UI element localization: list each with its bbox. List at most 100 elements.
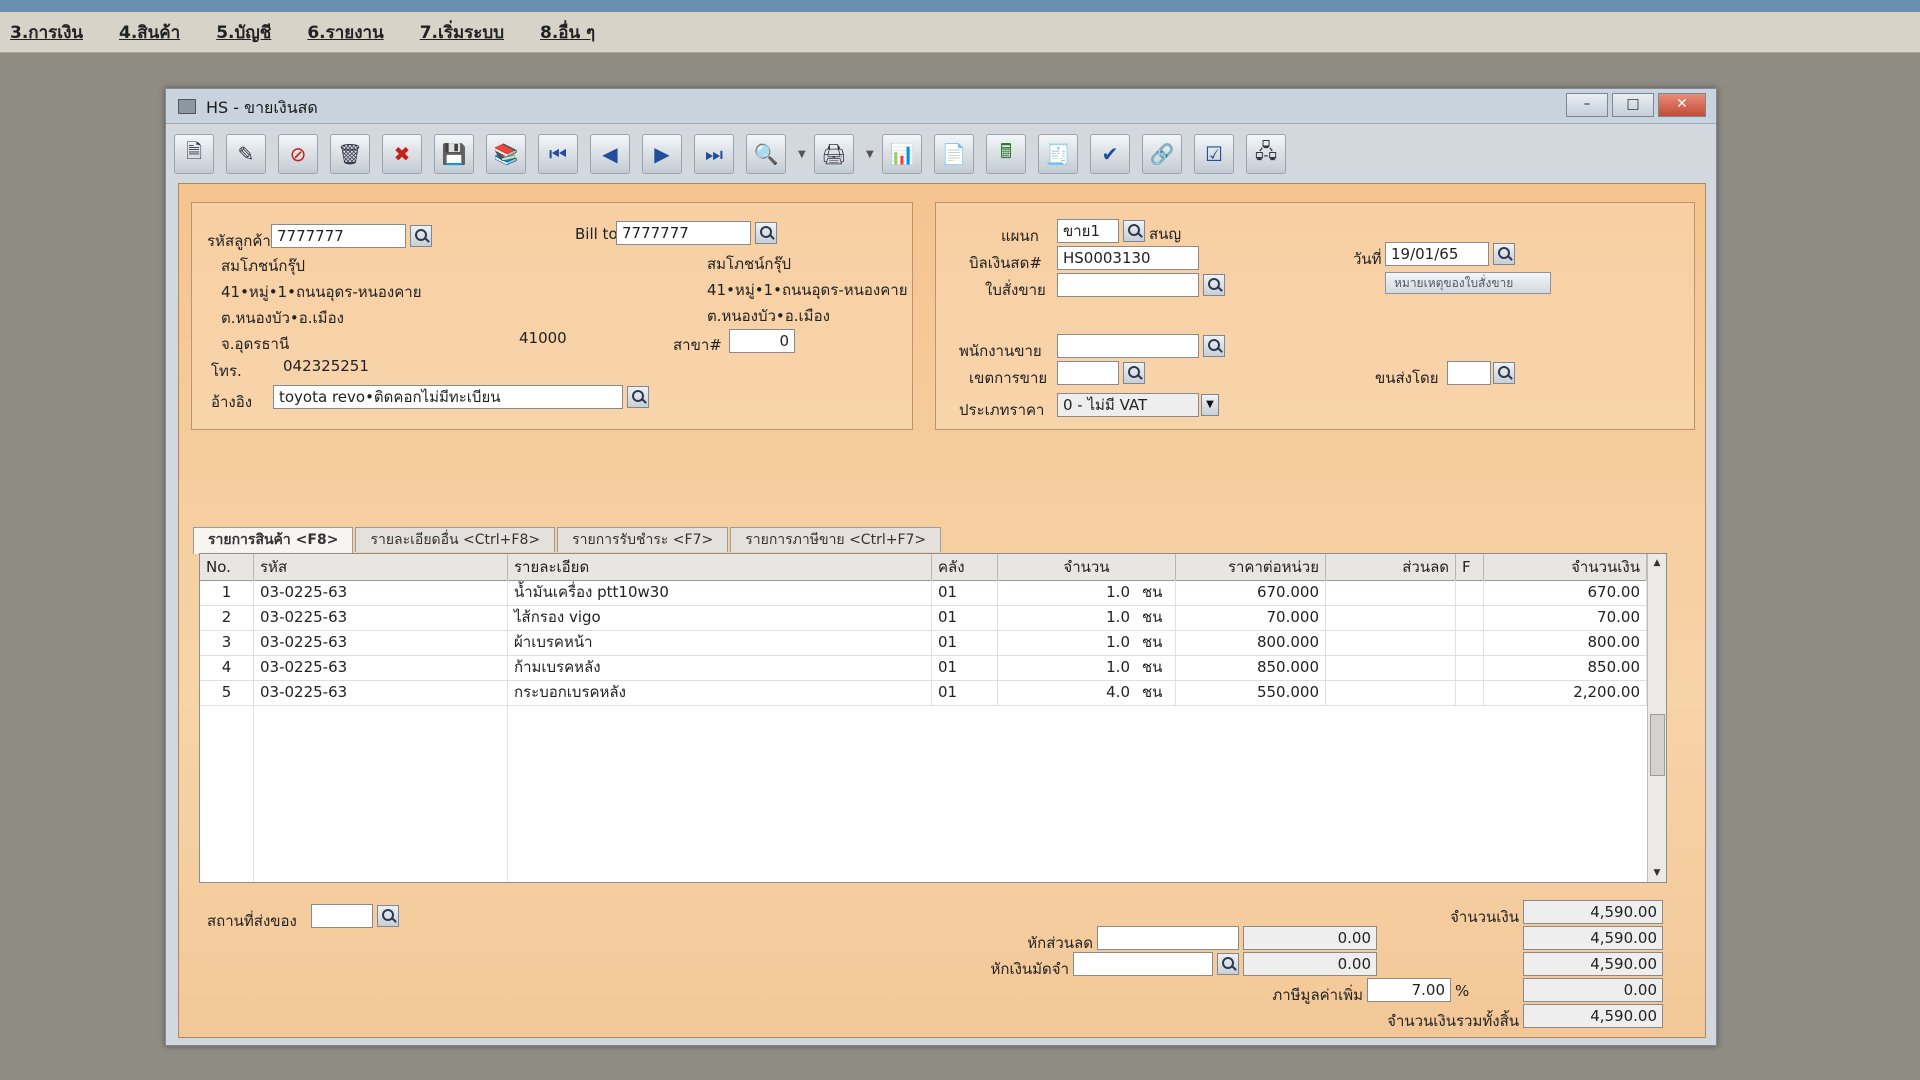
- vat-label: ภาษีมูลค่าเพิ่ม: [1272, 986, 1363, 1004]
- col-quantity[interactable]: จำนวน: [998, 554, 1176, 580]
- document-icon[interactable]: 📄: [934, 134, 974, 174]
- tab-payments[interactable]: รายการรับชำระ <F7>: [557, 527, 729, 552]
- items-grid[interactable]: No. รหัส รายละเอียด คลัง จำนวน ราคาต่อหน…: [199, 553, 1667, 883]
- maximize-button[interactable]: □: [1612, 93, 1654, 117]
- department-field[interactable]: ขาย1: [1057, 219, 1119, 243]
- deposit-input[interactable]: [1073, 952, 1213, 976]
- table-row[interactable]: 2 03-0225-63 ไส้กรอง vigo 01 1.0 ชน 70.0…: [200, 605, 1647, 631]
- save-icon[interactable]: 💾: [434, 134, 474, 174]
- vat-rate-field[interactable]: 7.00: [1367, 978, 1451, 1002]
- order-remark-button[interactable]: หมายเหตุของใบสั่งขาย: [1385, 272, 1551, 294]
- col-description[interactable]: รายละเอียด: [508, 554, 932, 580]
- cell-quantity: 1.0: [1106, 633, 1130, 651]
- menu-reports[interactable]: 6.รายงาน: [307, 19, 383, 46]
- menu-setup[interactable]: 7.เริ่มระบบ: [420, 19, 504, 46]
- ok-stamp-icon[interactable]: ✔: [1090, 134, 1130, 174]
- deposit-lookup-icon[interactable]: [1217, 953, 1239, 975]
- tab-other-details[interactable]: รายละเอียดอื่น <Ctrl+F8>: [355, 527, 556, 552]
- report-icon[interactable]: 📊: [882, 134, 922, 174]
- reference-lookup-icon[interactable]: [627, 386, 649, 408]
- shipping-label: ขนส่งโดย: [1375, 369, 1439, 387]
- link-icon[interactable]: 🔗: [1142, 134, 1182, 174]
- grid-header: No. รหัส รายละเอียด คลัง จำนวน ราคาต่อหน…: [200, 554, 1647, 581]
- last-record-icon[interactable]: ⏭: [694, 134, 734, 174]
- date-field[interactable]: 19/01/65: [1385, 242, 1489, 266]
- next-record-icon[interactable]: ▶: [642, 134, 682, 174]
- books-icon[interactable]: 📚: [486, 134, 526, 174]
- salesman-field[interactable]: [1057, 334, 1199, 358]
- customer-code-field[interactable]: 7777777: [271, 224, 406, 248]
- col-no[interactable]: No.: [200, 554, 254, 580]
- col-flag[interactable]: F: [1456, 554, 1484, 580]
- amount-label: จำนวนเงิน: [1450, 908, 1519, 926]
- tab-items[interactable]: รายการสินค้า <F8>: [193, 527, 354, 554]
- scroll-down-icon[interactable]: ▼: [1648, 864, 1666, 882]
- sales-order-lookup-icon[interactable]: [1203, 274, 1225, 296]
- table-row[interactable]: 4 03-0225-63 ก้ามเบรคหลัง 01 1.0 ชน 850.…: [200, 655, 1647, 681]
- col-unit-price[interactable]: ราคาต่อหน่วย: [1176, 554, 1326, 580]
- void-icon[interactable]: ⊘: [278, 134, 318, 174]
- cancel-icon[interactable]: ✖: [382, 134, 422, 174]
- window-app-icon: [178, 99, 196, 114]
- after-deposit-field: 4,590.00: [1523, 952, 1663, 976]
- trash-icon[interactable]: 🗑: [330, 134, 370, 174]
- col-code[interactable]: รหัส: [254, 554, 508, 580]
- search-dropdown-icon[interactable]: ▼: [798, 149, 808, 160]
- previous-record-icon[interactable]: ◀: [590, 134, 630, 174]
- cell-code: 03-0225-63: [254, 655, 508, 680]
- table-row[interactable]: 5 03-0225-63 กระบอกเบรคหลัง 01 4.0 ชน 55…: [200, 680, 1647, 706]
- first-record-icon[interactable]: ⏮: [538, 134, 578, 174]
- menu-other[interactable]: 8.อื่น ๆ: [540, 19, 595, 46]
- date-picker-icon[interactable]: [1493, 243, 1515, 265]
- scroll-up-icon[interactable]: ▲: [1648, 554, 1666, 572]
- col-warehouse[interactable]: คลัง: [932, 554, 998, 580]
- table-row[interactable]: 1 03-0225-63 น้ำมันเครื่อง ptt10w30 01 1…: [200, 580, 1647, 606]
- network-icon[interactable]: 🖧: [1246, 134, 1286, 174]
- cell-warehouse: 01: [932, 630, 998, 655]
- grand-total-field: 4,590.00: [1523, 1004, 1663, 1028]
- print-icon[interactable]: 🖨: [814, 134, 854, 174]
- edit-icon[interactable]: ✎: [226, 134, 266, 174]
- reference-field[interactable]: toyota revo•ติดคอกไม่มีทะเบียน: [273, 385, 623, 409]
- bill-number-field[interactable]: HS0003130: [1057, 246, 1199, 270]
- salesman-lookup-icon[interactable]: [1203, 335, 1225, 357]
- delivery-place-label: สถานที่ส่งของ: [207, 912, 297, 930]
- shipping-field[interactable]: [1447, 361, 1491, 385]
- scroll-thumb[interactable]: [1650, 714, 1665, 776]
- sales-order-field[interactable]: [1057, 273, 1199, 297]
- discount-input[interactable]: [1097, 926, 1239, 950]
- grid-scrollbar[interactable]: ▲ ▼: [1647, 554, 1666, 882]
- col-discount[interactable]: ส่วนลด: [1326, 554, 1456, 580]
- search-icon[interactable]: 🔍: [746, 134, 786, 174]
- new-doc-icon[interactable]: 🗎: [174, 134, 214, 174]
- price-type-select[interactable]: 0 - ไม่มี VAT: [1057, 393, 1199, 417]
- receipt-icon[interactable]: 🧾: [1038, 134, 1078, 174]
- menu-accounts[interactable]: 5.บัญชี: [216, 19, 271, 46]
- cell-flag: [1456, 580, 1484, 605]
- customer-lookup-icon[interactable]: [410, 225, 432, 247]
- calculator-icon[interactable]: 🖩: [986, 134, 1026, 174]
- cell-no: 3: [200, 630, 254, 655]
- cell-discount: [1326, 655, 1456, 680]
- price-type-dropdown-icon[interactable]: ▼: [1201, 394, 1219, 416]
- billto-code-field[interactable]: 7777777: [616, 221, 751, 245]
- close-window-button[interactable]: ✕: [1658, 93, 1706, 117]
- table-row[interactable]: 3 03-0225-63 ผ้าเบรคหน้า 01 1.0 ชน 800.0…: [200, 630, 1647, 656]
- branch-field[interactable]: 0: [729, 329, 795, 353]
- approve-icon[interactable]: ☑: [1194, 134, 1234, 174]
- menu-products[interactable]: 4.สินค้า: [119, 19, 180, 46]
- delivery-place-field[interactable]: [311, 904, 373, 928]
- delivery-place-lookup-icon[interactable]: [377, 905, 399, 927]
- billto-lookup-icon[interactable]: [755, 222, 777, 244]
- shipping-lookup-icon[interactable]: [1493, 362, 1515, 384]
- col-amount[interactable]: จำนวนเงิน: [1484, 554, 1647, 580]
- minimize-button[interactable]: –: [1566, 93, 1608, 117]
- sales-area-lookup-icon[interactable]: [1123, 362, 1145, 384]
- department-lookup-icon[interactable]: [1123, 220, 1145, 242]
- menu-finance[interactable]: 3.การเงิน: [10, 19, 83, 46]
- sales-area-field[interactable]: [1057, 361, 1119, 385]
- tab-sales-tax[interactable]: รายการภาษีขาย <Ctrl+F7>: [730, 527, 942, 552]
- window-titlebar: HS - ขายเงินสด – □ ✕: [166, 89, 1716, 124]
- cell-warehouse: 01: [932, 680, 998, 705]
- print-dropdown-icon[interactable]: ▼: [866, 149, 876, 160]
